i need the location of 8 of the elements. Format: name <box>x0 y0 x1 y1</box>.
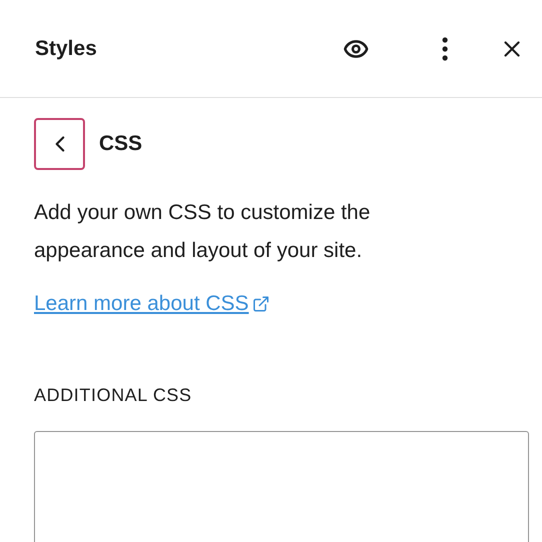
panel-title: Styles <box>35 36 98 62</box>
external-link-icon <box>252 294 270 313</box>
more-icon <box>442 36 448 60</box>
field-label: ADDITIONAL CSS <box>34 384 193 406</box>
section-title: CSS <box>99 131 142 158</box>
back-button[interactable] <box>34 118 85 170</box>
description: Add your own CSS to customize the appearance and layout of your site. <box>34 200 372 264</box>
learn-more-link[interactable]: Learn more about CSS <box>34 288 270 320</box>
